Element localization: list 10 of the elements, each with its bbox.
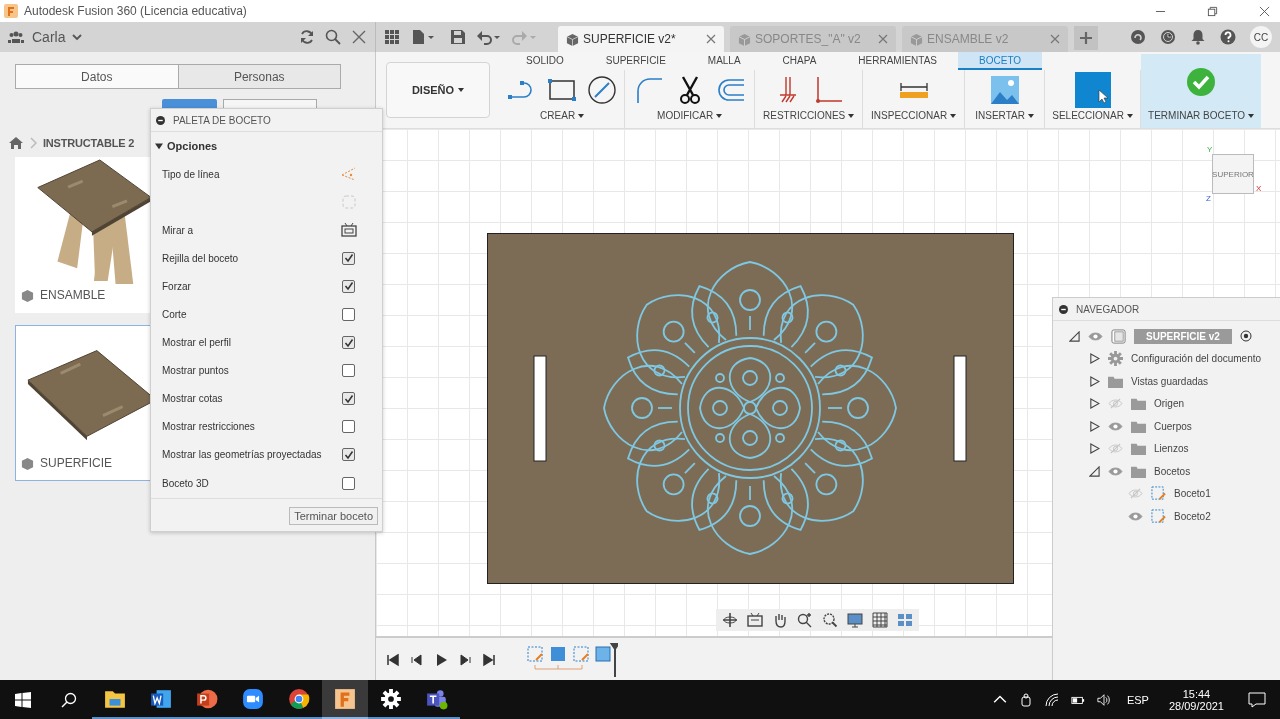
axis-label: X — [1256, 184, 1262, 193]
panel-title: PALETA DE BOCETO — [173, 114, 271, 126]
axis-label: Z — [1206, 194, 1211, 203]
axis-label: Y — [1207, 145, 1213, 154]
file-name: SUPERFICIE — [40, 456, 112, 470]
file-name: ENSAMBLE — [40, 288, 106, 302]
panel-title: NAVEGADOR — [1076, 303, 1140, 315]
option-label: Mirar a — [162, 224, 194, 236]
option-label: Forzar — [162, 280, 191, 292]
window-title: Autodesk Fusion 360 (Licencia educativa) — [24, 4, 247, 18]
